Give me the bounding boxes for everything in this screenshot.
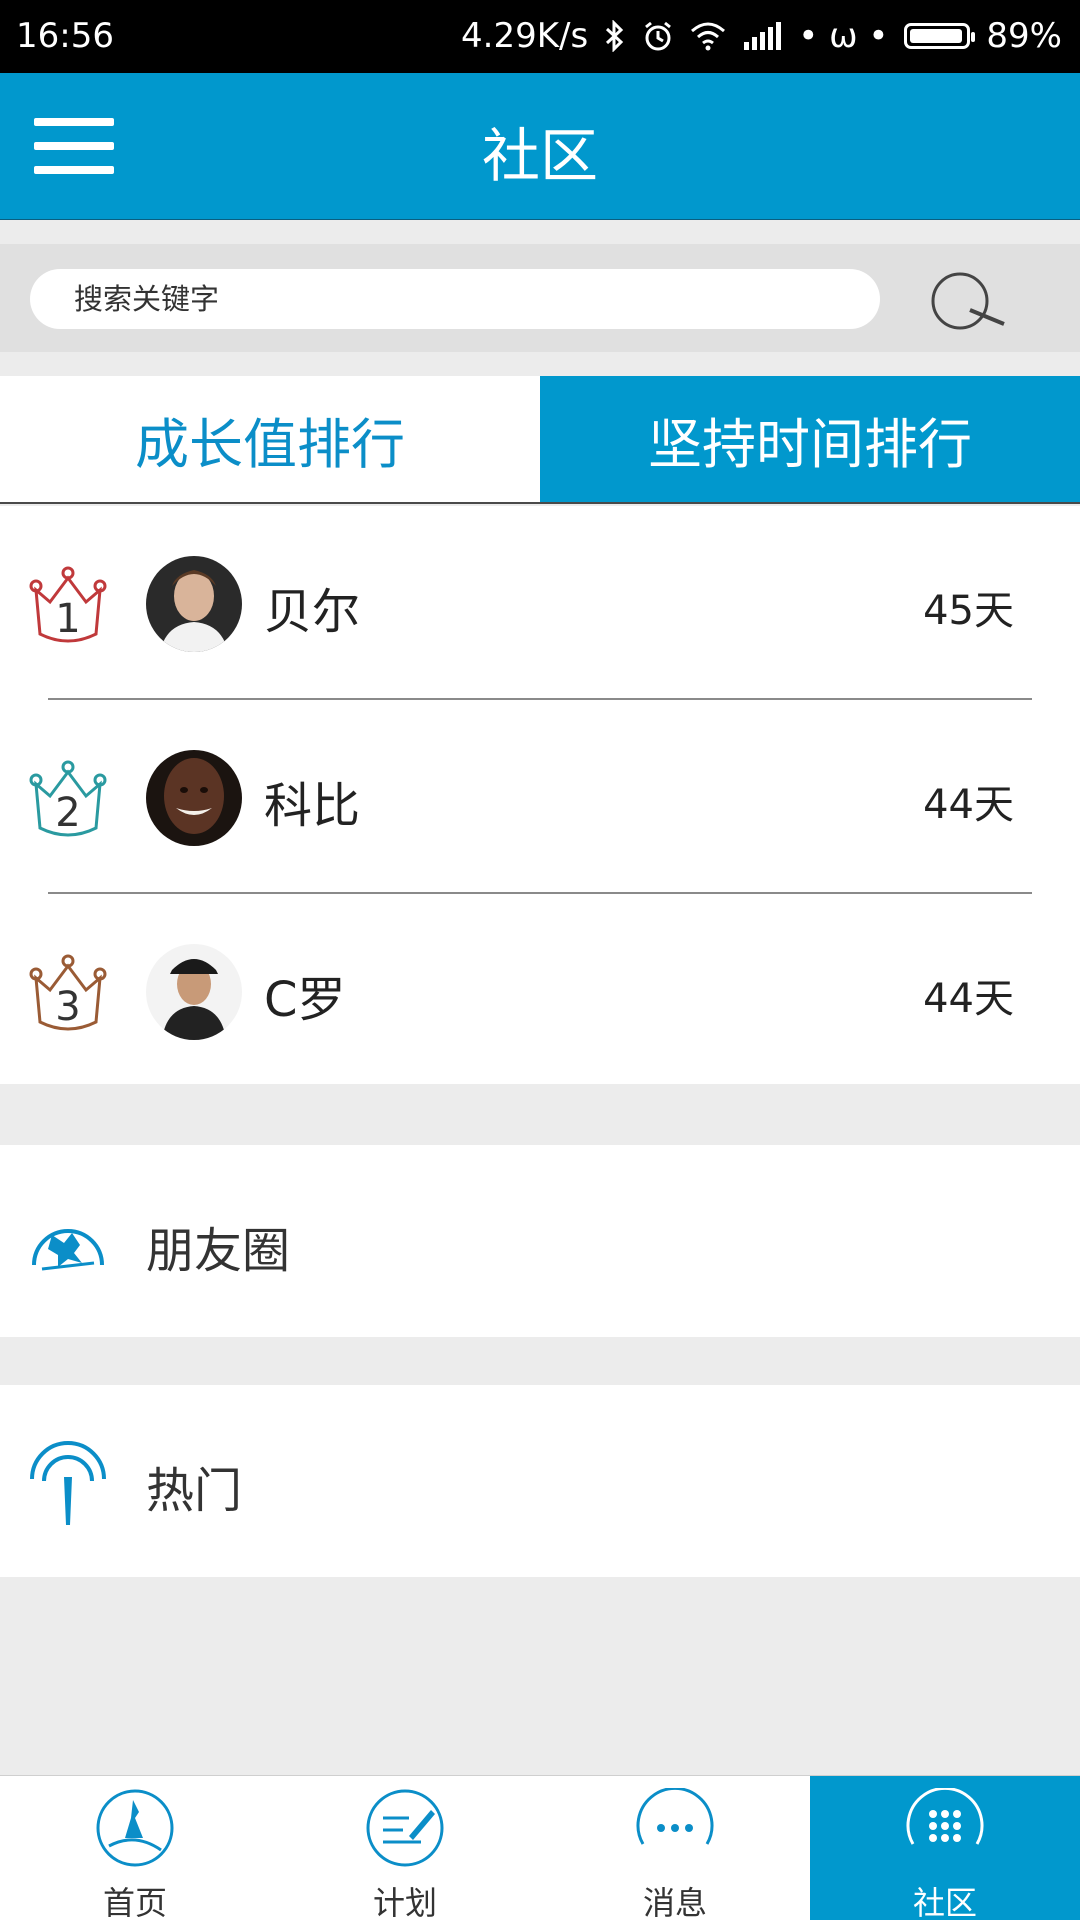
app-header: 社区 xyxy=(0,73,1080,220)
days-count: 44天 xyxy=(923,976,1014,1022)
hot-label: 热门 xyxy=(146,1463,243,1519)
network-speed: 4.29K/s xyxy=(461,16,589,56)
status-time: 16:56 xyxy=(16,16,114,56)
wifi-icon xyxy=(691,22,726,51)
friends-circle-label: 朋友圈 xyxy=(146,1223,291,1279)
hot-entry[interactable]: 热门 xyxy=(0,1385,1080,1577)
signal-icon xyxy=(744,22,782,50)
bluetooth-icon xyxy=(606,20,624,52)
ranking-list: 1 贝尔 45天 2 科比 44天 3 C罗 44天 xyxy=(0,506,1080,1084)
avatar[interactable] xyxy=(146,556,242,652)
bottom-nav: 首页 计划 消息 社区 xyxy=(0,1775,1080,1920)
nav-home[interactable]: 首页 xyxy=(0,1776,270,1920)
user-name: C罗 xyxy=(264,972,346,1028)
search-icon xyxy=(931,272,1005,330)
rank-number: 3 xyxy=(55,984,80,1030)
friends-circle-icon xyxy=(32,1229,104,1271)
status-bar: 16:56 4.29K/s • ω • 89% xyxy=(0,0,1080,73)
days-count: 44天 xyxy=(923,782,1014,828)
search-bar xyxy=(0,244,1080,352)
status-icons: 4.29K/s • ω • 89% xyxy=(461,16,1062,56)
ranking-row-1[interactable]: 1 贝尔 45天 xyxy=(0,506,1080,698)
crown-icon: 2 xyxy=(29,760,107,837)
ranking-tabs: 成长值排行 坚持时间排行 xyxy=(0,376,1080,504)
search-button[interactable] xyxy=(926,266,1006,336)
avatar[interactable] xyxy=(146,750,242,846)
search-input[interactable] xyxy=(30,269,880,329)
friends-circle-entry[interactable]: 朋友圈 xyxy=(0,1145,1080,1337)
nav-plan-label: 计划 xyxy=(372,1884,437,1920)
community-icon xyxy=(906,1788,984,1845)
rank-number: 1 xyxy=(55,596,80,642)
crown-icon: 3 xyxy=(29,954,107,1031)
battery-icon xyxy=(904,23,976,49)
page-title: 社区 xyxy=(481,122,598,190)
alarm-icon xyxy=(645,21,672,51)
ranking-row-2[interactable]: 2 科比 44天 xyxy=(0,700,1080,892)
crown-icon: 1 xyxy=(29,566,107,643)
plan-icon xyxy=(366,1789,444,1867)
days-count: 45天 xyxy=(923,588,1014,634)
home-icon xyxy=(96,1789,174,1867)
nav-message[interactable]: 消息 xyxy=(540,1776,810,1920)
hot-antenna-icon xyxy=(30,1441,106,1525)
nav-community-label: 社区 xyxy=(912,1884,977,1920)
tab-persistence-ranking[interactable]: 坚持时间排行 xyxy=(540,376,1080,502)
nav-plan[interactable]: 计划 xyxy=(270,1776,540,1920)
ranking-row-3[interactable]: 3 C罗 44天 xyxy=(0,894,1080,1086)
user-name: 科比 xyxy=(264,778,361,834)
nav-community[interactable]: 社区 xyxy=(810,1776,1080,1920)
status-extra: • ω • xyxy=(798,16,889,56)
nav-message-label: 消息 xyxy=(642,1884,707,1920)
message-icon xyxy=(636,1788,714,1845)
user-name: 贝尔 xyxy=(264,584,361,640)
tab-growth-ranking[interactable]: 成长值排行 xyxy=(0,376,540,502)
battery-level: 89% xyxy=(986,16,1062,56)
rank-number: 2 xyxy=(55,790,80,836)
nav-home-label: 首页 xyxy=(102,1884,167,1920)
avatar[interactable] xyxy=(146,944,242,1040)
